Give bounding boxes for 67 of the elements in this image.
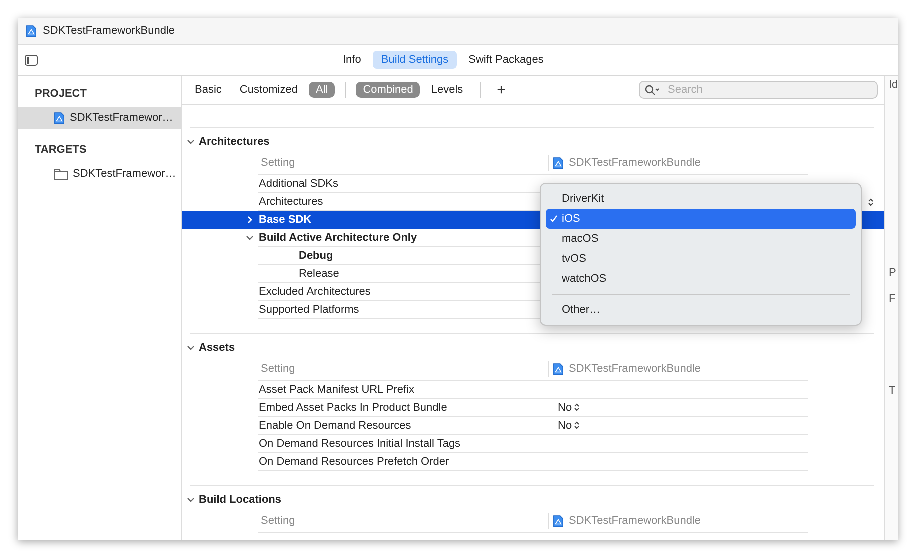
view-chip[interactable]: Levels <box>424 82 470 98</box>
file-icon <box>553 514 564 528</box>
inspector-label: T <box>888 385 897 397</box>
setting-row[interactable]: Embed Asset Packs In Product Bundle No <box>182 399 884 417</box>
chevron-down-icon[interactable] <box>187 496 195 504</box>
section-title: Assets <box>199 342 236 354</box>
tab[interactable]: Build Settings <box>373 51 457 69</box>
setting-value[interactable]: No <box>558 420 572 432</box>
tab[interactable]: Swift Packages <box>460 51 552 69</box>
sidebar-item-label: SDKTestFramewor… <box>70 112 174 124</box>
inspector-label: F <box>888 293 897 305</box>
sidebar-item-label: SDKTestFramewor… <box>73 168 176 180</box>
setting-row[interactable]: On Demand Resources Prefetch Order <box>182 453 884 471</box>
menu-item[interactable]: iOS <box>546 209 856 229</box>
setting-name: On Demand Resources Initial Install Tags <box>258 438 462 450</box>
folder-icon <box>54 168 68 180</box>
sidebar-item[interactable]: SDKTestFramewor… <box>18 163 181 185</box>
inspector-label: P <box>888 267 898 279</box>
column-header: Setting <box>260 157 296 169</box>
column-header: Setting <box>260 515 296 527</box>
column-header: Setting <box>260 363 296 375</box>
setting-value[interactable]: No <box>558 402 572 414</box>
add-button[interactable]: + <box>491 82 512 98</box>
file-icon <box>553 156 564 170</box>
chevron-down-icon[interactable] <box>187 138 195 146</box>
sidebar-heading: TARGETS <box>34 143 88 158</box>
menu-item[interactable]: watchOS <box>546 269 856 289</box>
setting-name: Debug <box>298 250 334 262</box>
inspector-label: Id <box>888 79 898 91</box>
menu-item[interactable]: DriverKit <box>546 189 856 209</box>
target-column-header: SDKTestFrameworkBundle <box>569 515 702 527</box>
setting-name: Enable On Demand Resources <box>258 420 412 432</box>
file-icon <box>553 362 564 376</box>
tab[interactable]: Info <box>335 51 370 69</box>
chevron-down-icon[interactable] <box>246 234 254 242</box>
setting-name: Additional SDKs <box>258 178 340 190</box>
checkmark-icon <box>550 215 558 223</box>
file-icon <box>54 112 65 124</box>
setting-name: Excluded Architectures <box>258 286 372 298</box>
setting-name: Embed Asset Packs In Product Bundle <box>258 402 448 414</box>
setting-name: Release <box>298 268 340 280</box>
chevron-right-icon[interactable] <box>246 216 254 224</box>
window-title: SDKTestFrameworkBundle <box>43 25 176 37</box>
setting-name: Base SDK <box>258 214 313 226</box>
filter-chip[interactable]: Customized <box>232 82 305 98</box>
sidebar-item[interactable]: SDKTestFramewor… <box>18 107 181 129</box>
section-title: Build Locations <box>199 494 282 506</box>
filter-chip[interactable]: Basic <box>188 82 229 98</box>
sidebar-toggle-icon[interactable] <box>25 54 38 66</box>
target-column-header: SDKTestFrameworkBundle <box>569 157 702 169</box>
setting-name: Asset Pack Manifest URL Prefix <box>258 384 416 396</box>
menu-item[interactable]: macOS <box>546 229 856 249</box>
menu-item[interactable]: Other… <box>546 300 856 320</box>
setting-name: On Demand Resources Prefetch Order <box>258 456 450 468</box>
setting-row[interactable]: On Demand Resources Initial Install Tags <box>182 435 884 453</box>
menu-item[interactable]: tvOS <box>546 249 856 269</box>
setting-name: Supported Platforms <box>258 304 360 316</box>
target-column-header: SDKTestFrameworkBundle <box>569 363 702 375</box>
chevron-down-icon[interactable] <box>187 344 195 352</box>
sidebar-heading: PROJECT <box>34 87 88 102</box>
setting-name: Architectures <box>258 196 324 208</box>
setting-row[interactable]: Asset Pack Manifest URL Prefix <box>182 381 884 399</box>
setting-name: Build Active Architecture Only <box>258 232 418 244</box>
search-field[interactable]: Search <box>639 81 878 99</box>
file-icon <box>26 24 37 38</box>
section-title: Architectures <box>199 136 270 148</box>
setting-row[interactable]: Enable On Demand Resources No <box>182 417 884 435</box>
